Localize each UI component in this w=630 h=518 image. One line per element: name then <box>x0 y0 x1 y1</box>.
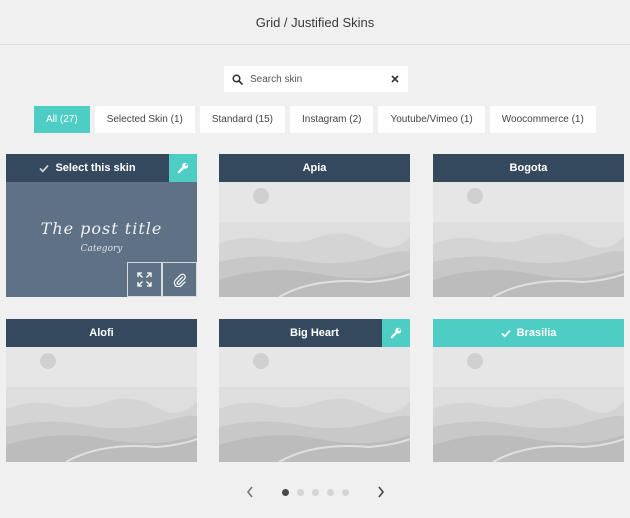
filter-woocommerce[interactable]: Woocommerce (1) <box>489 106 596 133</box>
wrench-icon[interactable] <box>382 319 410 347</box>
post-category: Category <box>80 244 123 254</box>
landscape-placeholder-image <box>433 182 624 297</box>
paperclip-icon <box>173 273 186 287</box>
skin-card-bar[interactable]: Bogota <box>433 154 624 182</box>
skin-card-label: Bogota <box>509 162 548 174</box>
landscape-placeholder-image <box>219 347 410 462</box>
skin-card-label: Apia <box>302 162 327 174</box>
expand-icon <box>137 272 152 287</box>
expand-button[interactable] <box>127 262 162 297</box>
chevron-right-icon[interactable] <box>376 485 386 499</box>
search-icon <box>224 66 250 92</box>
pagination-dot[interactable] <box>312 488 319 496</box>
skin-card-bar[interactable]: Brasilia <box>433 319 624 347</box>
filter-standard[interactable]: Standard (15) <box>199 106 285 133</box>
skin-card-bar[interactable]: Apia <box>219 154 410 182</box>
header: Grid / Justified Skins <box>0 0 630 45</box>
skin-card-bogota[interactable]: Bogota <box>433 154 624 297</box>
check-icon <box>39 164 50 173</box>
landscape-placeholder-image <box>219 182 410 297</box>
filter-instagram[interactable]: Instagram (2) <box>290 106 374 133</box>
landscape-placeholder-image <box>433 347 624 462</box>
skin-card-alofi[interactable]: Alofi <box>6 319 197 462</box>
skin-card-label: Alofi <box>89 327 114 339</box>
skin-preview: The post title Category <box>6 182 197 297</box>
pagination-dot[interactable] <box>282 488 289 496</box>
clear-search-icon[interactable] <box>382 66 408 92</box>
page-title: Grid / Justified Skins <box>255 14 375 30</box>
filter-youtube-vimeo[interactable]: Youtube/Vimeo (1) <box>378 106 485 133</box>
search-input[interactable] <box>250 66 382 92</box>
pagination-dot[interactable] <box>297 488 304 496</box>
search-box <box>224 66 408 92</box>
pagination <box>245 485 386 499</box>
chevron-left-icon[interactable] <box>245 485 255 499</box>
pagination-dot[interactable] <box>342 488 349 496</box>
filter-selected-skin[interactable]: Selected Skin (1) <box>94 106 195 133</box>
pagination-dots <box>282 488 349 496</box>
post-title: The post title <box>40 219 163 238</box>
link-button[interactable] <box>162 262 197 297</box>
skin-card-select[interactable]: Select this skin The post title Category <box>6 154 197 297</box>
filter-all[interactable]: All (27) <box>34 106 90 133</box>
wrench-icon[interactable] <box>169 154 197 182</box>
skin-card-bar[interactable]: Alofi <box>6 319 197 347</box>
skin-card-apia[interactable]: Apia <box>219 154 410 297</box>
filter-tabs: All (27) Selected Skin (1) Standard (15)… <box>34 106 596 133</box>
skin-card-big-heart[interactable]: Big Heart <box>219 319 410 462</box>
check-icon <box>500 329 511 338</box>
skin-card-label: Brasilia <box>516 327 557 339</box>
skin-card-label: Select this skin <box>55 162 136 174</box>
landscape-placeholder-image <box>6 347 197 462</box>
skin-card-brasilia[interactable]: Brasilia <box>433 319 624 462</box>
pagination-dot[interactable] <box>327 488 334 496</box>
skin-card-label: Big Heart <box>290 327 339 339</box>
